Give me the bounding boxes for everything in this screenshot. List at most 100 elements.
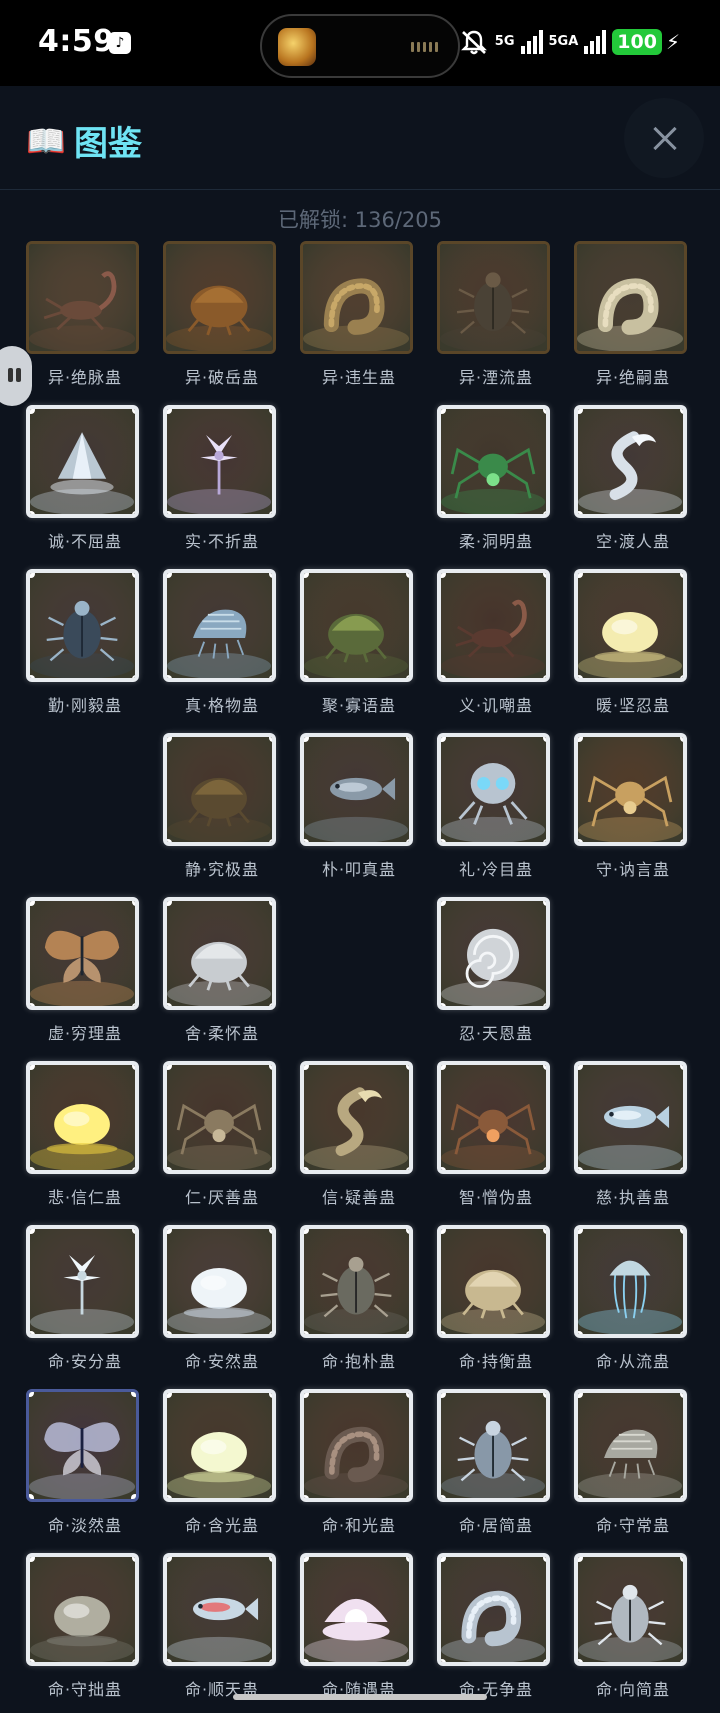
floating-side-handle[interactable] xyxy=(0,346,32,406)
creature-card[interactable]: 礼·冷目蛊 xyxy=(426,733,566,889)
creature-image xyxy=(163,897,276,1010)
creature-card[interactable]: 忍·天恩蛊 xyxy=(426,897,566,1053)
creature-image xyxy=(300,1061,413,1174)
creature-image xyxy=(26,405,139,518)
creature-card[interactable]: 诚·不屈蛊 xyxy=(15,405,155,561)
creature-card[interactable]: 空·渡人蛊 xyxy=(563,405,703,561)
creature-name: 信·疑善蛊 xyxy=(321,1188,397,1207)
creature-card[interactable]: 命·和光蛊 xyxy=(289,1389,429,1545)
game-app-icon xyxy=(278,28,316,66)
creature-image xyxy=(26,897,139,1010)
creature-image xyxy=(574,733,687,846)
creature-card[interactable]: 异·湮流蛊 xyxy=(426,241,566,397)
creature-image xyxy=(26,569,139,682)
panel-header: 📖 图鉴 xyxy=(0,86,720,190)
creature-card[interactable]: 信·疑善蛊 xyxy=(289,1061,429,1217)
creature-image xyxy=(26,1389,139,1502)
creature-image xyxy=(437,1389,550,1502)
creature-name: 悲·信仁蛊 xyxy=(47,1188,123,1207)
creature-image xyxy=(437,1061,550,1174)
creature-card[interactable]: 聚·寡语蛊 xyxy=(289,569,429,725)
creature-name: 空·渡人蛊 xyxy=(595,532,671,551)
status-indicators: 5G 5GA 100 ⚡ xyxy=(459,28,680,56)
charging-icon: ⚡ xyxy=(665,30,680,54)
creature-card[interactable]: 异·破岳蛊 xyxy=(152,241,292,397)
creature-card[interactable]: 仁·厌善蛊 xyxy=(152,1061,292,1217)
creature-card[interactable]: 柔·洞明蛊 xyxy=(426,405,566,561)
creature-name: 静·究极蛊 xyxy=(184,860,260,879)
creature-card[interactable]: 舍·柔怀蛊 xyxy=(152,897,292,1053)
creature-card[interactable]: 勤·刚毅蛊 xyxy=(15,569,155,725)
creature-name: 诚·不屈蛊 xyxy=(47,532,123,551)
creature-card[interactable]: 命·含光蛊 xyxy=(152,1389,292,1545)
close-button[interactable] xyxy=(624,98,704,178)
creature-image xyxy=(300,1225,413,1338)
creature-image xyxy=(163,241,276,354)
creature-card[interactable]: 慈·执善蛊 xyxy=(563,1061,703,1217)
creature-card[interactable]: 朴·叩真蛊 xyxy=(289,733,429,889)
creature-card[interactable]: 命·淡然蛊 xyxy=(15,1389,155,1545)
creature-card[interactable]: 守·讷言蛊 xyxy=(563,733,703,889)
creature-card[interactable]: 异·绝嗣蛊 xyxy=(563,241,703,397)
creature-image xyxy=(437,733,550,846)
creature-card[interactable]: 命·安然蛊 xyxy=(152,1225,292,1381)
network-5ga-label: 5GA xyxy=(548,34,579,49)
creature-name: 异·湮流蛊 xyxy=(458,368,534,387)
creature-card[interactable]: 暖·坚忍蛊 xyxy=(563,569,703,725)
home-indicator[interactable] xyxy=(233,1694,487,1700)
creature-card[interactable]: 命·从流蛊 xyxy=(563,1225,703,1381)
creature-image xyxy=(163,733,276,846)
creature-card[interactable]: 悲·信仁蛊 xyxy=(15,1061,155,1217)
creature-card[interactable]: 静·究极蛊 xyxy=(152,733,292,889)
creature-name: 异·绝脉蛊 xyxy=(47,368,123,387)
creature-name: 命·安然蛊 xyxy=(184,1352,260,1371)
status-bar: 4:59 ♪ 5G 5GA 100 ⚡ xyxy=(0,0,720,86)
network-5g-label: 5G xyxy=(494,34,515,49)
creature-name: 义·讥嘲蛊 xyxy=(458,696,534,715)
creature-image xyxy=(300,733,413,846)
creature-name: 命·守常蛊 xyxy=(595,1516,671,1535)
book-icon: 📖 xyxy=(26,122,66,160)
creature-image xyxy=(163,1225,276,1338)
creature-card[interactable]: 命·向简蛊 xyxy=(563,1553,703,1709)
creature-name: 智·憎伪蛊 xyxy=(458,1188,534,1207)
creature-image xyxy=(163,1389,276,1502)
creature-card[interactable]: 命·随遇蛊 xyxy=(289,1553,429,1709)
creature-card[interactable]: 虚·穷理蛊 xyxy=(15,897,155,1053)
creature-card[interactable]: 真·格物蛊 xyxy=(152,569,292,725)
creature-card[interactable]: 命·顺天蛊 xyxy=(152,1553,292,1709)
creature-image xyxy=(300,241,413,354)
creature-card[interactable]: 命·安分蛊 xyxy=(15,1225,155,1381)
creature-card[interactable]: 异·违生蛊 xyxy=(289,241,429,397)
signal-2-icon xyxy=(584,30,607,54)
creature-card[interactable]: 命·居简蛊 xyxy=(426,1389,566,1545)
creature-name: 命·守拙蛊 xyxy=(47,1680,123,1699)
creature-name: 礼·冷目蛊 xyxy=(458,860,534,879)
creature-name: 暖·坚忍蛊 xyxy=(595,696,671,715)
audio-wave-icon xyxy=(411,42,438,52)
creature-card[interactable]: 命·无争蛊 xyxy=(426,1553,566,1709)
creature-image xyxy=(26,241,139,354)
dynamic-island[interactable] xyxy=(260,14,460,78)
creature-card[interactable]: 命·持衡蛊 xyxy=(426,1225,566,1381)
creature-image xyxy=(574,405,687,518)
creature-name: 朴·叩真蛊 xyxy=(321,860,397,879)
tiktok-notification-icon: ♪ xyxy=(109,32,131,54)
creature-name: 慈·执善蛊 xyxy=(595,1188,671,1207)
creature-card[interactable]: 义·讥嘲蛊 xyxy=(426,569,566,725)
creature-name: 守·讷言蛊 xyxy=(595,860,671,879)
creature-card[interactable]: 异·绝脉蛊 xyxy=(15,241,155,397)
creature-name: 命·和光蛊 xyxy=(321,1516,397,1535)
creature-card[interactable]: 智·憎伪蛊 xyxy=(426,1061,566,1217)
creature-name: 仁·厌善蛊 xyxy=(184,1188,260,1207)
creature-card[interactable]: 实·不折蛊 xyxy=(152,405,292,561)
creature-card[interactable]: 命·抱朴蛊 xyxy=(289,1225,429,1381)
creature-card[interactable]: 命·守常蛊 xyxy=(563,1389,703,1545)
creature-image xyxy=(574,241,687,354)
creature-name: 命·安分蛊 xyxy=(47,1352,123,1371)
creature-name: 命·含光蛊 xyxy=(184,1516,260,1535)
creature-image xyxy=(437,1553,550,1666)
creature-card[interactable]: 命·守拙蛊 xyxy=(15,1553,155,1709)
page-title: 图鉴 xyxy=(74,124,142,164)
creature-image xyxy=(437,569,550,682)
